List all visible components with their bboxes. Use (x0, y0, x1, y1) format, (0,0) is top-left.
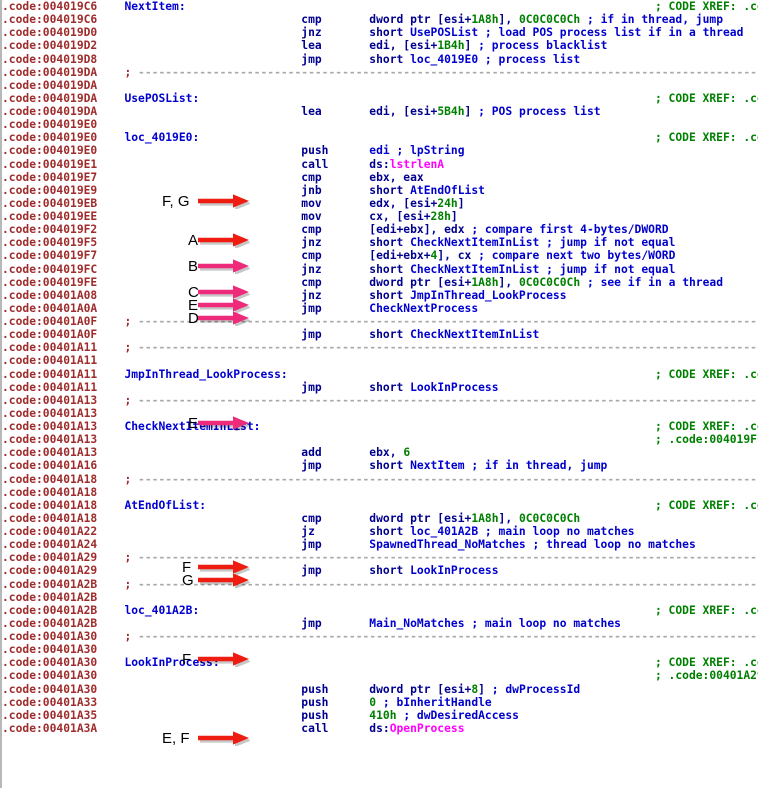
blank-line[interactable]: .code:00401A18 (2, 486, 758, 499)
disassembly-line[interactable]: .code:004019D0 jnz short UsePOSList ; lo… (2, 26, 758, 39)
disassembly-line[interactable]: .code:00401A2B jmp Main_NoMatches ; main… (2, 617, 758, 630)
separator-line[interactable]: .code:00401A13 ; -----------------------… (2, 394, 758, 407)
blank-line[interactable]: .code:00401A11 (2, 354, 758, 367)
disassembly-line[interactable]: .code:004019E7 cmp ebx, eax (2, 171, 758, 184)
blank-line[interactable]: .code:00401A30 (2, 643, 758, 656)
disassembly-line[interactable]: .code:00401A2B loc_401A2B: ; CODE XREF: … (2, 604, 758, 617)
disassembly-line[interactable]: .code:00401A30 LookInProcess: ; CODE XRE… (2, 656, 758, 669)
disassembly-line[interactable]: .code:00401A3A call ds:OpenProcess (2, 722, 758, 735)
disassembly-line[interactable]: .code:00401A0F jmp short CheckNextItemIn… (2, 328, 758, 341)
separator-line[interactable]: .code:00401A30 ; -----------------------… (2, 630, 758, 643)
disassembly-line[interactable]: .code:00401A30 push dword ptr [esi+8] ; … (2, 683, 758, 696)
disassembly-line[interactable]: .code:00401A11 JmpInThread_LookProcess: … (2, 368, 758, 381)
disassembly-line[interactable]: .code:004019EE mov cx, [esi+28h] (2, 210, 758, 223)
disassembly-line[interactable]: .code:00401A18 AtEndOfList: ; CODE XREF:… (2, 499, 758, 512)
disassembly-line[interactable]: .code:004019D2 lea edi, [esi+1B4h] ; pro… (2, 39, 758, 52)
blank-line[interactable]: .code:004019E0 (2, 118, 758, 131)
disassembly-listing[interactable]: .code:004019C6 NextItem: ; CODE XREF: .c… (2, 0, 758, 735)
blank-line[interactable]: .code:00401A13 (2, 407, 758, 420)
separator-line[interactable]: .code:004019DA ; -----------------------… (2, 66, 758, 79)
disassembly-line[interactable]: .code:004019E0 loc_4019E0: ; CODE XREF: … (2, 131, 758, 144)
disassembly-view[interactable]: .code:004019C6 NextItem: ; CODE XREF: .c… (0, 0, 758, 788)
disassembly-line[interactable]: .code:00401A35 push 410h ; dwDesiredAcce… (2, 709, 758, 722)
disassembly-line[interactable]: .code:004019F7 cmp [edi+ebx+4], cx ; com… (2, 249, 758, 262)
disassembly-line[interactable]: .code:00401A30 ; .code:00401A29↑j ... (2, 669, 758, 682)
blank-line[interactable]: .code:004019DA (2, 79, 758, 92)
disassembly-line[interactable]: .code:004019C6 NextItem: ; CODE XREF: .c… (2, 0, 758, 13)
disassembly-line[interactable]: .code:00401A33 push 0 ; bInheritHandle (2, 696, 758, 709)
disassembly-line[interactable]: .code:00401A13 ; .code:004019FC↑j ... (2, 433, 758, 446)
separator-line[interactable]: .code:00401A29 ; -----------------------… (2, 551, 758, 564)
disassembly-line[interactable]: .code:00401A11 jmp short LookInProcess (2, 381, 758, 394)
blank-line[interactable]: .code:00401A2B (2, 591, 758, 604)
separator-line[interactable]: .code:00401A11 ; -----------------------… (2, 341, 758, 354)
disassembly-line[interactable]: .code:004019E0 push edi ; lpString (2, 144, 758, 157)
disassembly-line[interactable]: .code:00401A13 add ebx, 6 (2, 446, 758, 459)
disassembly-line[interactable]: .code:004019E1 call ds:lstrlenA (2, 158, 758, 171)
disassembly-line[interactable]: .code:00401A24 jmp SpawnedThread_NoMatch… (2, 538, 758, 551)
disassembly-line[interactable]: .code:00401A18 cmp dword ptr [esi+1A8h],… (2, 512, 758, 525)
disassembly-line[interactable]: .code:00401A16 jmp short NextItem ; if i… (2, 459, 758, 472)
separator-line[interactable]: .code:00401A0F ; -----------------------… (2, 315, 758, 328)
disassembly-line[interactable]: .code:004019DA lea edi, [esi+5B4h] ; POS… (2, 105, 758, 118)
disassembly-line[interactable]: .code:004019C6 cmp dword ptr [esi+1A8h],… (2, 13, 758, 26)
disassembly-line[interactable]: .code:004019E9 jnb short AtEndOfList (2, 184, 758, 197)
disassembly-line[interactable]: .code:00401A22 jz short loc_401A2B ; mai… (2, 525, 758, 538)
disassembly-line[interactable]: .code:004019FC jnz short CheckNextItemIn… (2, 263, 758, 276)
disassembly-line[interactable]: .code:004019FE cmp dword ptr [esi+1A8h],… (2, 276, 758, 289)
disassembly-line[interactable]: .code:004019EB mov edx, [esi+24h] (2, 197, 758, 210)
disassembly-line[interactable]: .code:004019D8 jmp short loc_4019E0 ; pr… (2, 53, 758, 66)
disassembly-line[interactable]: .code:00401A29 jmp short LookInProcess (2, 564, 758, 577)
disassembly-line[interactable]: .code:00401A08 jnz short JmpInThread_Loo… (2, 289, 758, 302)
disassembly-line[interactable]: .code:004019F5 jnz short CheckNextItemIn… (2, 236, 758, 249)
disassembly-line[interactable]: .code:00401A0A jmp CheckNextProcess (2, 302, 758, 315)
separator-line[interactable]: .code:00401A2B ; -----------------------… (2, 578, 758, 591)
disassembly-line[interactable]: .code:00401A13 CheckNextItemInList: ; CO… (2, 420, 758, 433)
disassembly-line[interactable]: .code:004019F2 cmp [edi+ebx], edx ; comp… (2, 223, 758, 236)
disassembly-line[interactable]: .code:004019DA UsePOSList: ; CODE XREF: … (2, 92, 758, 105)
separator-line[interactable]: .code:00401A18 ; -----------------------… (2, 473, 758, 486)
